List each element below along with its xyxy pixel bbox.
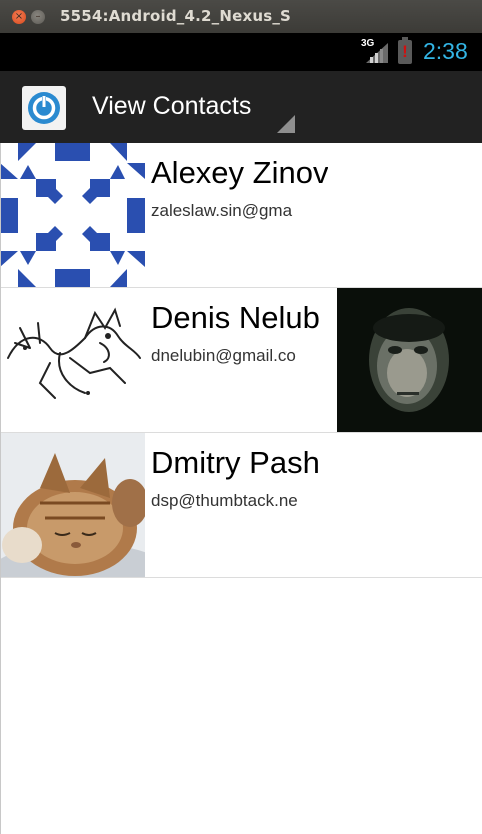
sketch-avatar — [0, 288, 145, 432]
contact-row[interactable]: Dmitry Pash dsp@thumbtack.ne — [0, 433, 482, 578]
contact-photo[interactable] — [337, 288, 482, 432]
power-icon[interactable] — [22, 86, 66, 130]
identicon-avatar — [0, 143, 145, 287]
window-title: 5554:Android_4.2_Nexus_S — [60, 7, 292, 25]
spinner-arrow-icon[interactable] — [277, 115, 295, 133]
status-clock: 2:38 — [423, 38, 468, 64]
contact-email: zaleslaw.sin@gma — [151, 201, 293, 220]
minimize-icon: – — [35, 11, 41, 22]
window-minimize-button[interactable]: – — [31, 10, 45, 24]
contact-row[interactable]: Denis Nelub dnelubin@gmail.co — [0, 288, 482, 433]
window-frame-edge — [0, 143, 1, 834]
battery-alert-icon: ! — [398, 40, 412, 64]
view-title-spinner[interactable]: View Contacts — [92, 92, 251, 121]
contact-name: Dmitry Pash — [151, 445, 320, 480]
kitten-avatar — [0, 433, 145, 577]
contact-email: dnelubin@gmail.co — [151, 346, 296, 365]
contact-row[interactable]: Alexey Zinov zaleslaw.sin@gma — [0, 143, 482, 288]
close-icon: × — [14, 11, 24, 22]
contact-name: Alexey Zinov — [151, 155, 328, 190]
window-title-bar: × – 5554:Android_4.2_Nexus_S — [0, 0, 482, 33]
signal-icon — [366, 43, 388, 63]
contact-name: Denis Nelub — [151, 300, 320, 335]
contact-email: dsp@thumbtack.ne — [151, 491, 298, 510]
window-close-button[interactable]: × — [12, 10, 26, 24]
